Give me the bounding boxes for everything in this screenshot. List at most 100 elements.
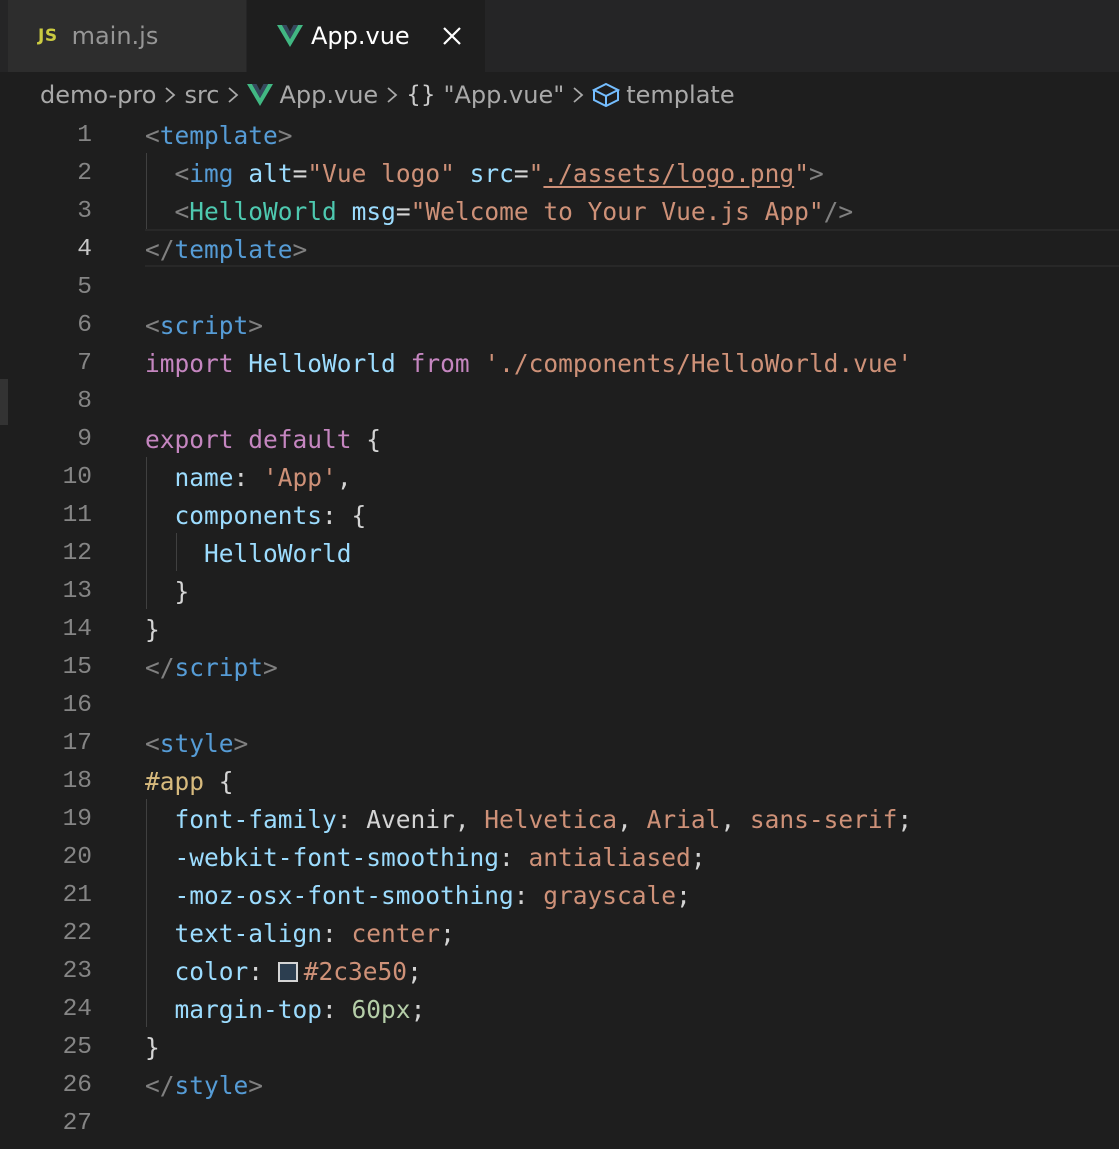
code-token: ; (407, 957, 422, 986)
chevron-right-icon (386, 86, 398, 104)
code-token: 'App' (263, 463, 337, 492)
breadcrumb-item-template[interactable]: template (592, 81, 735, 109)
tab-bar: JS main.js App.vue (0, 0, 1119, 72)
tab-app-vue[interactable]: App.vue (247, 0, 485, 72)
code-token: : (233, 463, 264, 492)
code-line[interactable]: 9 export default { (0, 421, 1119, 459)
code-line[interactable]: 27 (0, 1105, 1119, 1143)
code-line[interactable]: 8 (0, 383, 1119, 421)
close-icon[interactable] (437, 21, 467, 51)
code-line[interactable]: 4 </template> (0, 231, 1119, 269)
code-line[interactable]: 20 -webkit-font-smoothing: antialiased; (0, 839, 1119, 877)
line-number: 21 (62, 882, 92, 909)
chevron-right-icon (227, 86, 239, 104)
line-number: 8 (77, 388, 92, 415)
line-code: components: { (145, 497, 367, 535)
code-token: ; (410, 995, 426, 1024)
line-code: </script> (145, 649, 278, 687)
code-line[interactable]: 19 font-family: Avenir, Helvetica, Arial… (0, 801, 1119, 839)
code-token: './components/HelloWorld.vue' (484, 349, 913, 378)
code-line[interactable]: 3 <HelloWorld msg="Welcome to Your Vue.j… (0, 193, 1119, 231)
code-token: color (174, 957, 249, 986)
code-token: margin-top (174, 995, 323, 1024)
color-swatch-icon[interactable] (277, 962, 298, 982)
code-line[interactable]: 15 </script> (0, 649, 1119, 687)
line-code: } (145, 1029, 160, 1067)
code-line[interactable]: 17 <style> (0, 725, 1119, 763)
breadcrumb-item-src[interactable]: src (184, 81, 219, 109)
code-token: </ (145, 1071, 175, 1100)
code-token: -moz-osx-font-smoothing (174, 881, 514, 910)
code-line[interactable]: 25} (0, 1029, 1119, 1067)
code-token: } (145, 577, 190, 606)
code-line[interactable]: 6 <script> (0, 307, 1119, 345)
code-token: { (351, 425, 382, 454)
tab-label: App.vue (311, 22, 410, 50)
code-token: = (292, 159, 308, 188)
code-token: "Vue logo" (307, 159, 455, 188)
code-token: center (351, 919, 441, 948)
code-line[interactable]: 5 (0, 269, 1119, 307)
code-token: HelloWorld (189, 197, 337, 226)
code-line[interactable]: 23 color: #2c3e50; (0, 953, 1119, 991)
code-token: from (410, 349, 470, 378)
code-token: "Welcome to Your Vue.js App" (410, 197, 824, 226)
code-line[interactable]: 14} (0, 611, 1119, 649)
breadcrumb: demo-pro src App.vue {} "App.vue" templa… (0, 72, 1119, 118)
code-line[interactable]: 12 HelloWorld (0, 535, 1119, 573)
code-token: : (322, 919, 352, 948)
code-line[interactable]: 13 } (0, 573, 1119, 611)
code-line[interactable]: 2 <img alt="Vue logo" src="./assets/logo… (0, 155, 1119, 193)
code-line[interactable]: 22 text-align: center; (0, 915, 1119, 953)
code-token: : Avenir, (336, 805, 485, 834)
code-token: HelloWorld (204, 539, 352, 568)
breadcrumb-item-module[interactable]: {} "App.vue" (406, 81, 564, 109)
code-token: msg (351, 197, 396, 226)
code-line[interactable]: 24 margin-top: 60px; (0, 991, 1119, 1029)
code-line[interactable]: 16 (0, 687, 1119, 725)
code-token: : (248, 957, 278, 986)
code-token: = (395, 197, 411, 226)
code-line[interactable]: 7 import HelloWorld from './components/He… (0, 345, 1119, 383)
line-number: 1 (77, 122, 92, 149)
line-code: <template> (145, 117, 293, 155)
breadcrumb-item-folder[interactable]: demo-pro (40, 81, 156, 109)
line-number: 22 (62, 920, 92, 947)
code-token: template (174, 235, 293, 264)
line-number: 5 (77, 274, 92, 301)
code-token: </ (145, 653, 175, 682)
code-token: font-family (174, 805, 337, 834)
code-token: HelloWorld (248, 349, 396, 378)
code-editor[interactable]: 1 <template> 2 <img alt="Vue logo" src="./… (0, 117, 1119, 1149)
breadcrumb-item-file[interactable]: App.vue (247, 81, 378, 109)
line-number: 26 (62, 1072, 92, 1099)
code-token: -webkit-font-smoothing (174, 843, 500, 872)
code-token: < (145, 121, 160, 150)
code-token: #2c3e50 (303, 957, 408, 986)
line-code: HelloWorld (145, 535, 352, 573)
code-token: > (808, 159, 824, 188)
tab-main-js[interactable]: JS main.js (8, 0, 246, 72)
code-token: </ (145, 235, 175, 264)
code-line[interactable]: 26 </style> (0, 1067, 1119, 1105)
code-line[interactable]: 18 #app { (0, 763, 1119, 801)
code-line[interactable]: 21 -moz-osx-font-smoothing: grayscale; (0, 877, 1119, 915)
line-code: } (145, 611, 160, 649)
code-token: : (322, 995, 352, 1024)
code-line[interactable]: 10 name: 'App', (0, 459, 1119, 497)
code-token: default (248, 425, 352, 454)
code-line[interactable]: 11 components: { (0, 497, 1119, 535)
code-line[interactable]: 1 <template> (0, 117, 1119, 155)
code-token: template (159, 121, 278, 150)
line-number: 2 (77, 160, 92, 187)
line-code: margin-top: 60px; (145, 991, 426, 1029)
